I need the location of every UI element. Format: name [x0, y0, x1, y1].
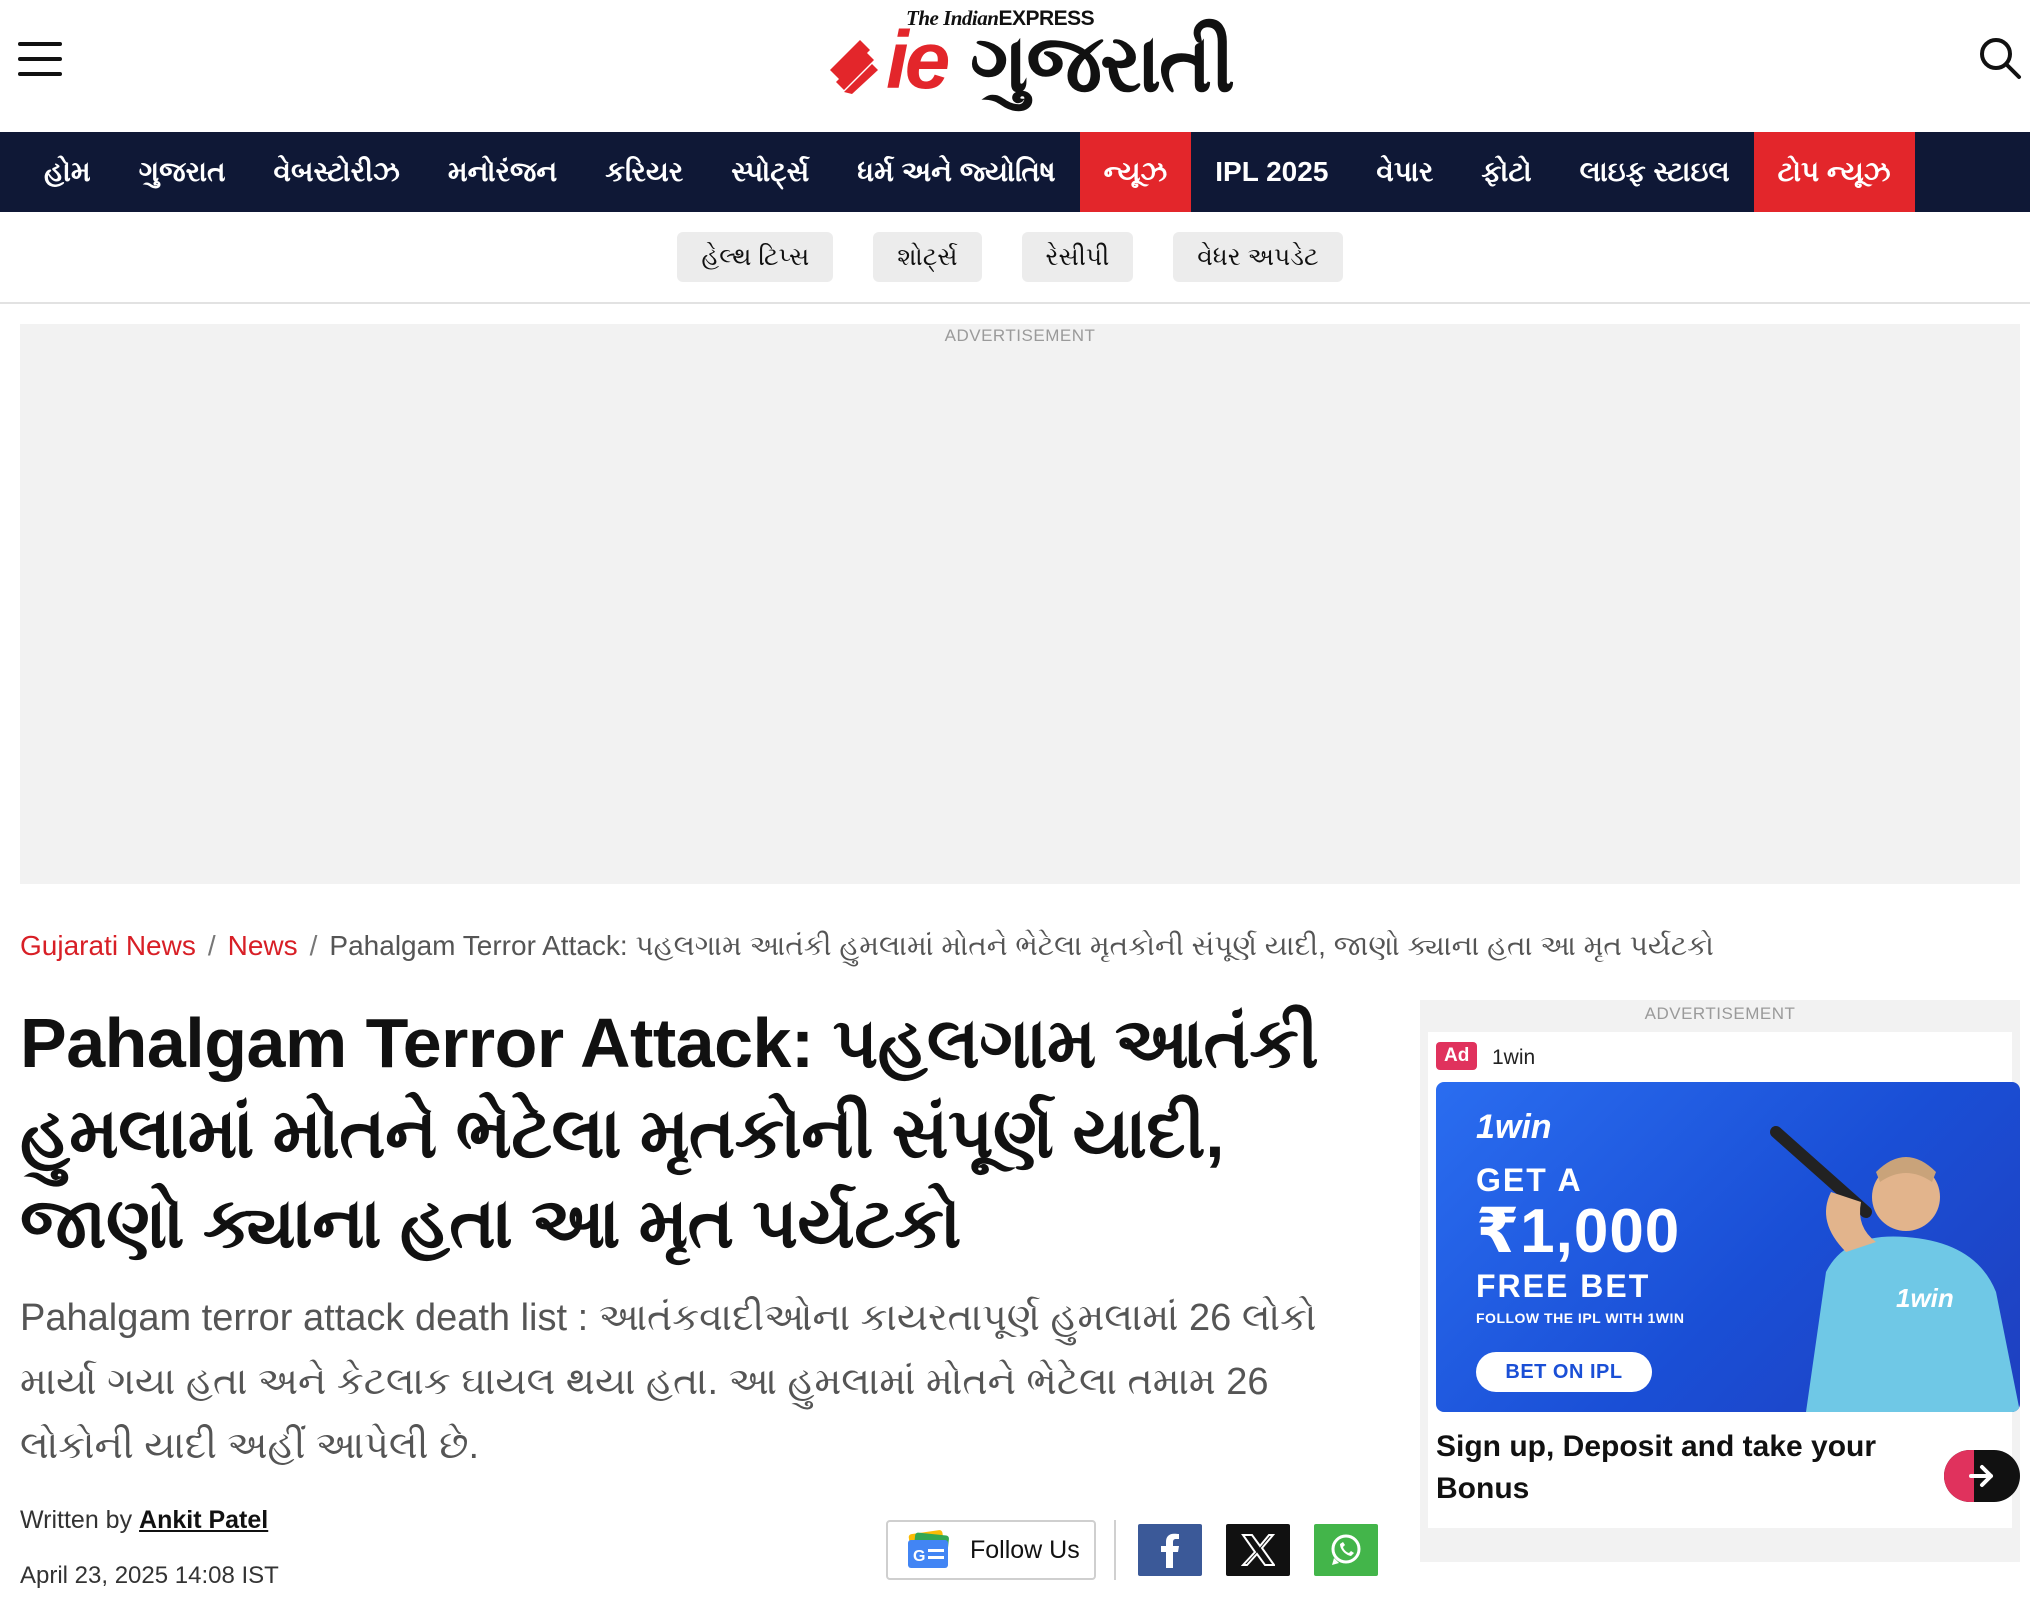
ad-advertiser-name: 1win [1492, 1046, 1536, 1069]
main-nav: હોમ ગુજરાત વેબસ્ટોરીઝ મનોરંજન કરિયર સ્પો… [0, 132, 2030, 212]
banner-bet-button[interactable]: BET ON IPL [1476, 1352, 1652, 1392]
google-news-icon: G [908, 1530, 949, 1568]
nav-item-sports[interactable]: સ્પોર્ટ્સ [707, 132, 833, 212]
nav-item-business[interactable]: વેપાર [1352, 132, 1457, 212]
banner-follow-text: FOLLOW THE IPL WITH 1WIN [1476, 1310, 1685, 1326]
banner-amount: ₹1,000 [1476, 1197, 1681, 1266]
chip-weather-update[interactable]: વેધર અપડેટ [1173, 232, 1343, 282]
nav-item-religion-astrology[interactable]: ધર્મ અને જ્યોતિષ [833, 132, 1079, 212]
article-summary: Pahalgam terror attack death list : આતંક… [20, 1297, 1317, 1467]
ad-label: ADVERTISEMENT [944, 326, 1096, 345]
logo-gujarati: ગુજરાતી [970, 19, 1235, 108]
breadcrumb-current: Pahalgam Terror Attack: પહલગામ આતંકી હુમ… [329, 930, 1714, 961]
ad-cta-arrow-button[interactable] [1944, 1450, 2020, 1502]
top-advertisement[interactable]: ADVERTISEMENT [20, 324, 2020, 884]
sub-nav: હેલ્થ ટિપ્સ શોર્ટ્સ રેસીપી વેધર અપડેટ [0, 212, 2030, 304]
site-logo[interactable]: The IndianEXPRESS ie ગુજરાતી [830, 4, 1235, 124]
nav-item-gujarat[interactable]: ગુજરાત [115, 132, 250, 212]
author-link[interactable]: Ankit Patel [139, 1506, 268, 1534]
breadcrumb-separator: / [207, 930, 216, 961]
facebook-icon [1161, 1533, 1179, 1568]
nav-item-webstories[interactable]: વેબસ્ટોરીઝ [250, 132, 424, 212]
nav-item-ipl-2025[interactable]: IPL 2025 [1191, 132, 1352, 212]
nav-item-top-news[interactable]: ટોપ ન્યૂઝ [1753, 132, 1915, 212]
side-ad-label: ADVERTISEMENT [1644, 1004, 1796, 1023]
google-news-follow-button[interactable]: G Follow Us [886, 1520, 1096, 1580]
nav-item-lifestyle[interactable]: લાઇફ સ્ટાઇલ [1556, 132, 1754, 212]
whatsapp-icon [1331, 1534, 1361, 1565]
breadcrumb-separator: / [309, 930, 318, 961]
x-share-button[interactable] [1226, 1524, 1290, 1576]
search-icon[interactable] [1978, 36, 2022, 80]
article-headline: Pahalgam Terror Attack: પહલગામ આતંકી હુમ… [20, 1004, 1319, 1262]
banner-free-bet: FREE BET [1476, 1268, 1651, 1304]
whatsapp-share-button[interactable] [1314, 1524, 1378, 1576]
publish-date: April 23, 2025 14:08 IST [20, 1562, 279, 1589]
written-by-label: Written by [20, 1506, 133, 1534]
chip-shorts[interactable]: શોર્ટ્સ [873, 232, 982, 282]
banner-logo: 1win [1476, 1108, 1552, 1146]
arrow-right-icon [1969, 1465, 1993, 1487]
nav-item-career[interactable]: કરિયર [581, 132, 707, 212]
cricket-player-image: 1win [1770, 1126, 2020, 1412]
breadcrumb-home[interactable]: Gujarati News [20, 930, 196, 961]
svg-text:1win: 1win [1896, 1283, 1954, 1313]
nav-item-home[interactable]: હોમ [20, 132, 115, 212]
chip-health-tips[interactable]: હેલ્થ ટિપ્સ [677, 232, 834, 282]
svg-text:G: G [913, 1548, 925, 1565]
facebook-share-button[interactable] [1138, 1524, 1202, 1576]
nav-item-photo[interactable]: ફોટો [1457, 132, 1555, 212]
share-divider [1114, 1520, 1116, 1580]
nav-item-news[interactable]: ન્યૂઝ [1079, 132, 1192, 212]
logo-ie: ie [886, 15, 950, 106]
ad-banner-image[interactable]: 1win GET A ₹1,000 FREE BET FOLLOW THE IP… [1436, 1082, 2020, 1412]
breadcrumb: Gujarati News / News / Pahalgam Terror Attac… [20, 930, 1714, 963]
nav-item-entertainment[interactable]: મનોરંજન [424, 132, 581, 212]
breadcrumb-section[interactable]: News [228, 930, 298, 961]
logo-stripes-icon [830, 40, 878, 94]
follow-us-label: Follow Us [970, 1535, 1080, 1564]
ad-badge: Ad [1436, 1042, 1478, 1070]
side-ad-card[interactable]: Ad 1win 1win GET A ₹1,000 FREE BET FOLLO… [1428, 1032, 2020, 1528]
menu-icon[interactable] [18, 42, 62, 76]
byline: Written by Ankit Patel [20, 1506, 268, 1535]
site-header: The IndianEXPRESS ie ગુજરાતી [0, 0, 2030, 132]
side-advertisement: ADVERTISEMENT Ad 1win 1win GET A ₹1,000 … [1420, 1000, 2020, 1562]
chip-recipe[interactable]: રેસીપી [1021, 232, 1134, 282]
ad-cta-text: Sign up, Deposit and take your Bonus [1436, 1430, 1877, 1505]
x-icon [1241, 1534, 1275, 1566]
